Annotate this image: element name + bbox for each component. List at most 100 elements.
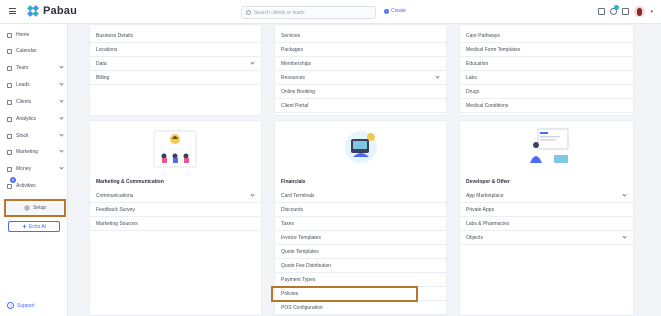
sidebar-item-stock[interactable]: Stock [0, 129, 68, 143]
row-label: Services [281, 32, 301, 39]
setting-row-objects[interactable]: Objects [460, 231, 633, 245]
setting-row-feedback-survey[interactable]: Feedback Survey [90, 203, 261, 217]
setting-row-quote-templates[interactable]: Quote Templates [275, 245, 446, 259]
chevron-down-icon[interactable]: ▾ [650, 9, 653, 15]
team-icon [7, 65, 12, 71]
top-icons: ▾ [598, 5, 653, 17]
row-label: Labs & Pharmacies [466, 220, 510, 227]
sidebar-item-label: Leads [16, 82, 30, 88]
setting-row-app-marketplace[interactable]: App Marketplace [460, 189, 633, 203]
row-label: Marketing Sources [96, 220, 138, 227]
calendar-icon[interactable] [598, 8, 606, 15]
leads-icon [7, 82, 12, 88]
logo[interactable]: Pabau [27, 5, 77, 17]
financials-illustration-icon [345, 131, 377, 163]
row-label: Client Portal [281, 102, 309, 109]
developer-illustration-icon [530, 128, 569, 163]
chevron-down-icon [250, 60, 255, 65]
setting-row-payment-types[interactable]: Payment Types [275, 273, 446, 287]
row-label: Education [466, 60, 489, 67]
setting-row-packages[interactable]: Packages [275, 43, 446, 57]
chevron-down-icon [250, 192, 255, 197]
money-icon [7, 166, 12, 172]
row-label: Medical Form Templates [466, 46, 521, 53]
sidebar-item-activities[interactable]: 8 Activities [0, 177, 68, 193]
setting-row-labs-pharmacies[interactable]: Labs & Pharmacies [460, 217, 633, 231]
row-label: Feedback Survey [96, 206, 135, 213]
setting-row-card-terminals[interactable]: Card Terminals [275, 189, 446, 203]
sidebar-item-marketing[interactable]: Marketing [0, 145, 68, 159]
row-label: POS Configuration [281, 304, 323, 311]
setting-row-online-booking[interactable]: Online Booking [275, 85, 446, 99]
sidebar-item-leads[interactable]: Leads [0, 78, 68, 92]
setting-row-resources[interactable]: Resources [275, 71, 446, 85]
row-label: Objects [466, 234, 483, 241]
setting-row-care-pathways[interactable]: Care Pathways [460, 29, 633, 43]
echo-ai-label: Echo AI [28, 223, 47, 230]
setup-button[interactable]: Setup [4, 199, 66, 217]
row-label: Memberships [281, 60, 312, 67]
sidebar-item-analytics[interactable]: Analytics [0, 112, 68, 126]
setting-row-quote-fee-distribution[interactable]: Quote Fee Distribution [275, 259, 446, 273]
menu-icon[interactable] [9, 8, 16, 14]
row-label: Taxes [281, 220, 295, 227]
setting-row-medical-conditions[interactable]: Medical Conditions [460, 99, 633, 113]
activities-icon [7, 183, 12, 189]
chevron-down-icon [59, 64, 64, 69]
row-label: Packages [281, 46, 303, 53]
echo-ai-button[interactable]: Echo AI [8, 221, 60, 232]
sidebar-item-label: Marketing [16, 149, 38, 155]
sparkle-icon [21, 224, 27, 229]
sidebar-item-label: Stock [16, 133, 29, 139]
setting-row-locations[interactable]: Locations [90, 43, 261, 57]
row-label: Care Pathways [466, 32, 500, 39]
plus-icon: + [384, 8, 389, 14]
avatar[interactable] [634, 6, 646, 17]
setting-row-taxes[interactable]: Taxes [275, 217, 446, 231]
chevron-down-icon [59, 98, 64, 103]
sidebar-item-home[interactable]: Home [0, 28, 68, 42]
setting-row-client-portal[interactable]: Client Portal [275, 99, 446, 113]
setting-row-invoice-templates[interactable]: Invoice Templates [275, 231, 446, 245]
setting-row-data[interactable]: Data [90, 57, 261, 71]
row-label: Locations [96, 46, 118, 53]
setting-row-pos-configuration[interactable]: POS Configuration [275, 301, 446, 315]
setting-row-education[interactable]: Education [460, 57, 633, 71]
create-button[interactable]: + Create [384, 8, 406, 14]
chevron-down-icon [59, 81, 64, 86]
row-label: Private Apps [466, 206, 495, 213]
setting-row-labs[interactable]: Labs [460, 71, 633, 85]
setting-row-billing[interactable]: Billing [90, 71, 261, 85]
row-label: Drugs [466, 88, 480, 95]
sidebar-item-label: Team [16, 65, 29, 71]
setting-row-discounts[interactable]: Discounts [275, 203, 446, 217]
card-title: Developer & Other [466, 179, 510, 185]
setting-row-drugs[interactable]: Drugs [460, 85, 633, 99]
setting-row-business-details[interactable]: Business Details [90, 29, 261, 43]
pabau-logo-icon [27, 5, 39, 17]
row-label: Quote Fee Distribution [281, 262, 332, 269]
setting-row-marketing-sources[interactable]: Marketing Sources [90, 217, 261, 231]
stock-icon [7, 133, 12, 139]
search-input[interactable] [254, 9, 374, 16]
search-bar[interactable] [241, 6, 376, 19]
chevron-down-icon [59, 165, 64, 170]
row-label: Quote Templates [281, 248, 319, 255]
setting-row-medical-form-templates[interactable]: Medical Form Templates [460, 43, 633, 57]
sidebar-item-team[interactable]: Team [0, 61, 68, 75]
setting-row-communications[interactable]: Communications [90, 189, 261, 203]
support-link[interactable]: ? Support [7, 302, 35, 309]
sidebar-item-label: Clients [16, 99, 32, 105]
setting-row-services[interactable]: Services [275, 29, 446, 43]
setting-row-memberships[interactable]: Memberships [275, 57, 446, 71]
document-icon[interactable] [622, 8, 630, 15]
sidebar-item-calendar[interactable]: Calendar [0, 44, 68, 58]
support-label: Support [17, 302, 35, 309]
chat-icon[interactable] [610, 5, 620, 15]
sidebar-item-money[interactable]: Money [0, 162, 68, 176]
setting-row-private-apps[interactable]: Private Apps [460, 203, 633, 217]
row-label: Invoice Templates [281, 234, 321, 241]
business-card: Business Details Locations Data Billing [89, 24, 262, 116]
create-label: Create [391, 8, 407, 14]
sidebar-item-clients[interactable]: Clients [0, 95, 68, 109]
